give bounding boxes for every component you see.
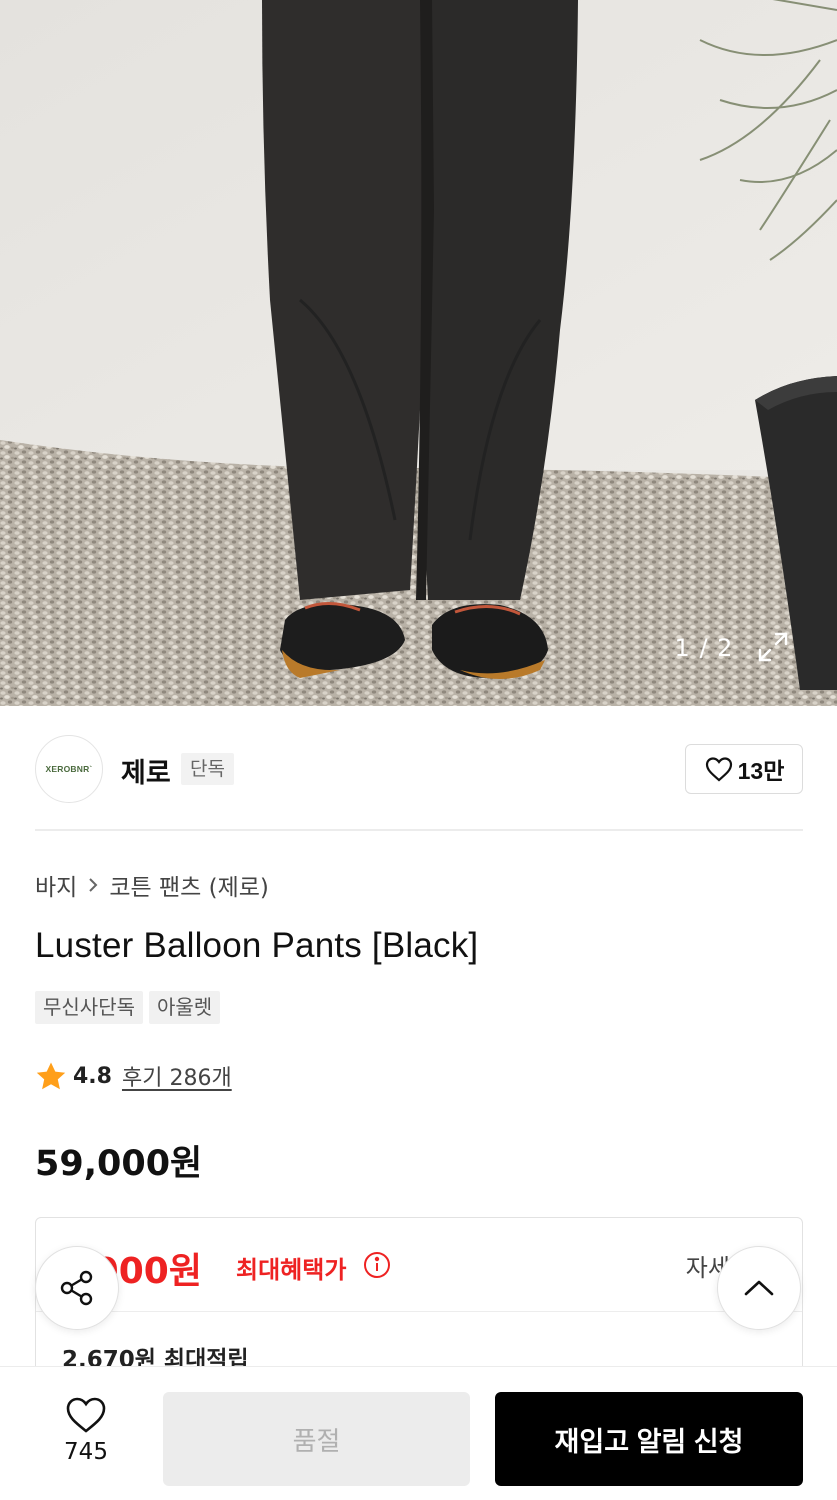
review-count-link[interactable]: 후기 286개 — [122, 1060, 232, 1092]
image-counter: 1 / 2 — [674, 634, 734, 662]
bottom-action-bar: 745 품절 재입고 알림 신청 — [0, 1366, 837, 1500]
restock-alert-button[interactable]: 재입고 알림 신청 — [495, 1392, 803, 1486]
share-icon — [60, 1270, 93, 1306]
brand-row: XEROBNR` 제로 단독 13만 — [35, 735, 803, 803]
breadcrumb: 바지 코튼 팬츠 (제로) — [35, 868, 269, 902]
wishlist-button[interactable]: 745 — [46, 1395, 126, 1475]
tag-outlet: 아울렛 — [149, 991, 221, 1024]
chevron-up-icon — [744, 1280, 774, 1296]
breadcrumb-subcategory[interactable]: 코튼 팬츠 (제로) — [109, 868, 269, 902]
info-icon[interactable] — [363, 1251, 391, 1279]
divider — [35, 829, 803, 831]
heart-icon — [705, 757, 732, 782]
soldout-button[interactable]: 품절 — [163, 1392, 470, 1486]
tag-exclusive: 무신사단독 — [35, 991, 143, 1024]
heart-icon — [66, 1397, 106, 1433]
wishlist-count: 745 — [64, 1439, 108, 1465]
expand-icon[interactable] — [756, 630, 796, 666]
brand-logo-text: XEROBNR` — [45, 764, 93, 774]
rating-score: 4.8 — [73, 1063, 112, 1089]
breadcrumb-category[interactable]: 바지 — [35, 868, 77, 902]
max-benefit-label: 최대혜택가 — [236, 1256, 347, 1284]
rating-row: 4.8 후기 286개 — [35, 1060, 232, 1092]
brand-like-button[interactable]: 13만 — [685, 744, 803, 794]
scroll-top-button[interactable] — [717, 1246, 801, 1330]
chevron-right-icon — [89, 878, 98, 892]
brand-logo[interactable]: XEROBNR` — [35, 735, 103, 803]
product-tags: 무신사단독 아울렛 — [35, 991, 221, 1024]
product-photo — [0, 0, 837, 706]
star-icon — [36, 1062, 66, 1090]
brand-name[interactable]: 제로 — [121, 751, 171, 790]
max-benefit-row[interactable]: ,000원 최대혜택가 자세히 — [36, 1218, 802, 1312]
product-image-gallery[interactable]: 1 / 2 — [0, 0, 837, 706]
share-button[interactable] — [35, 1246, 119, 1330]
exclusive-badge: 단독 — [181, 753, 234, 785]
product-title: Luster Balloon Pants [Black] — [35, 926, 479, 965]
product-price: 59,000원 — [35, 1144, 203, 1184]
brand-like-count: 13만 — [737, 758, 785, 784]
